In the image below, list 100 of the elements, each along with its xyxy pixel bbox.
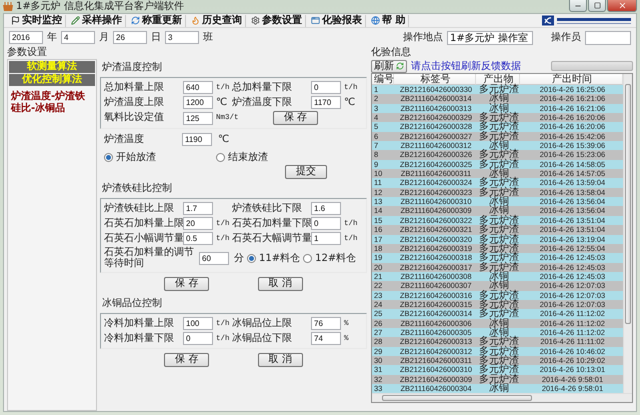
table-cell: 冰铜: [476, 272, 520, 282]
field-label: 石英石加料量下限: [232, 218, 310, 230]
refresh-icon: [131, 16, 140, 25]
table-cell: 冰铜: [476, 318, 520, 328]
toolbar-button[interactable]: 历史查询: [188, 14, 246, 26]
input-field[interactable]: 2016: [9, 31, 43, 44]
table-cell: 多元炉渣: [476, 337, 520, 347]
input-field[interactable]: 76: [311, 317, 341, 330]
radio-button[interactable]: 11#料仓: [247, 251, 300, 265]
maximize-icon: [594, 2, 600, 9]
toolbar-button[interactable]: 参数设置: [248, 14, 306, 26]
field-label: 炉渣铁硅比下限: [232, 202, 303, 214]
input-field[interactable]: 0: [183, 332, 213, 345]
section-title: 冰铜品位控制: [102, 298, 163, 310]
unit-label: ℃: [215, 97, 228, 108]
field-label: 氧料比设定值: [104, 112, 165, 124]
table-cell: 多元炉渣: [476, 85, 520, 94]
toolbar-button[interactable]: 称重更新: [128, 14, 186, 26]
input-field[interactable]: 0: [311, 81, 341, 94]
table-cell: 多元炉渣: [476, 365, 520, 375]
field-label: 炉渣温度上限: [104, 96, 165, 108]
table-cell: 多元炉渣: [476, 113, 520, 122]
radio-button[interactable]: 结束放渣: [216, 150, 268, 164]
unit-label: ℃: [343, 97, 356, 108]
input-field[interactable]: 1200: [183, 96, 213, 109]
radio-button[interactable]: 开始放渣: [104, 150, 156, 164]
toolbar-button[interactable]: 化验报表: [308, 14, 366, 26]
save-button[interactable]: 保 存: [272, 111, 318, 125]
input-field[interactable]: [585, 30, 631, 44]
maximize-button[interactable]: [588, 0, 606, 12]
input-field[interactable]: 26: [113, 31, 147, 44]
input-field[interactable]: 0.5: [183, 232, 213, 245]
input-field[interactable]: 74: [311, 332, 341, 345]
refresh-link[interactable]: 请点击按钮刷新反馈数据: [411, 59, 521, 73]
table-cell: 多元炉渣: [476, 346, 520, 356]
flame-icon: [191, 16, 200, 25]
day-label: 日: [151, 32, 161, 44]
close-button[interactable]: [607, 0, 637, 12]
column-header[interactable]: 编号: [372, 74, 394, 85]
refresh-button[interactable]: 刷新: [371, 60, 407, 72]
toolbar-button[interactable]: 帮 助: [368, 14, 410, 26]
input-field[interactable]: 640: [183, 81, 213, 94]
input-field[interactable]: 1: [311, 232, 341, 245]
nav-header[interactable]: 软测量算法: [9, 61, 95, 73]
field-label: 冰铜品位上限: [232, 318, 293, 330]
column-header[interactable]: 产出时间: [520, 74, 623, 85]
field-label: 石英石小幅调节量: [104, 232, 182, 244]
save-button[interactable]: 保 存: [164, 353, 210, 367]
input-field[interactable]: 1.6: [311, 202, 341, 215]
unit-label: 分: [233, 252, 244, 265]
save-button[interactable]: 保 存: [164, 277, 210, 291]
field-label: 炉渣铁硅比上限: [104, 202, 175, 214]
flag-icon: [11, 16, 20, 25]
table-cell: 冰铜: [476, 281, 520, 291]
table-cell: 冰铜: [476, 206, 520, 216]
table-cell: 多元炉渣: [476, 188, 520, 198]
input-field[interactable]: 3: [165, 31, 199, 44]
panel-title: 化验信息: [371, 47, 412, 59]
shift-label: 班: [203, 32, 213, 44]
table-cell: 多元炉渣: [476, 178, 520, 188]
table-cell: 冰铜: [476, 384, 520, 394]
field-label: 冰铜品位下限: [232, 332, 293, 344]
toolbar-button[interactable]: 实时监控: [8, 14, 66, 26]
table-cell: 多元炉渣: [476, 300, 520, 310]
input-field[interactable]: 1190: [182, 133, 212, 146]
cancel-button[interactable]: 取 消: [258, 353, 303, 367]
nav-header[interactable]: 优化控制算法: [9, 74, 95, 86]
month-label: 月: [99, 32, 109, 44]
column-header[interactable]: 标签号: [394, 74, 476, 85]
input-field[interactable]: 100: [183, 317, 213, 330]
horizontal-scrollbar[interactable]: [372, 393, 632, 402]
input-field[interactable]: 20: [183, 217, 213, 230]
year-label: 年: [47, 32, 57, 44]
input-field[interactable]: 0: [311, 217, 341, 230]
input-field[interactable]: 4: [61, 31, 95, 44]
field-label: 石英石加料量的调节等待时间: [104, 247, 195, 269]
field-label: 石英石大幅调节量: [232, 232, 310, 244]
input-field[interactable]: 125: [183, 112, 213, 124]
table-cell: 多元炉渣: [476, 122, 520, 132]
field-label: 炉渣温度: [104, 134, 145, 146]
input-field[interactable]: 1.7: [183, 202, 213, 215]
radio-button[interactable]: 12#料仓: [303, 251, 356, 265]
pencil-icon: [71, 16, 80, 25]
minimize-button[interactable]: [569, 0, 587, 12]
settings-icon: [251, 16, 260, 25]
cancel-button[interactable]: 取 消: [258, 277, 303, 291]
table-cell: 多元炉渣: [476, 262, 520, 272]
table-cell: 冰铜: [476, 94, 520, 104]
nav-item[interactable]: 炉渣温度-炉渣铁硅比-冰铜品: [9, 87, 95, 119]
table-cell: 多元炉渣: [476, 374, 520, 384]
input-field[interactable]: 1#多元炉 操作室: [447, 30, 533, 44]
vertical-scrollbar[interactable]: [623, 74, 632, 394]
submit-button[interactable]: 提交: [285, 165, 327, 179]
refresh-icon: [396, 62, 404, 70]
table-cell: 多元炉渣: [476, 356, 520, 366]
operator-label: 操作员: [551, 32, 581, 44]
column-header[interactable]: 产出物: [476, 74, 520, 85]
input-field[interactable]: 1170: [311, 96, 341, 109]
toolbar-button[interactable]: 采样操作: [68, 14, 126, 26]
input-field[interactable]: 60: [199, 252, 229, 264]
